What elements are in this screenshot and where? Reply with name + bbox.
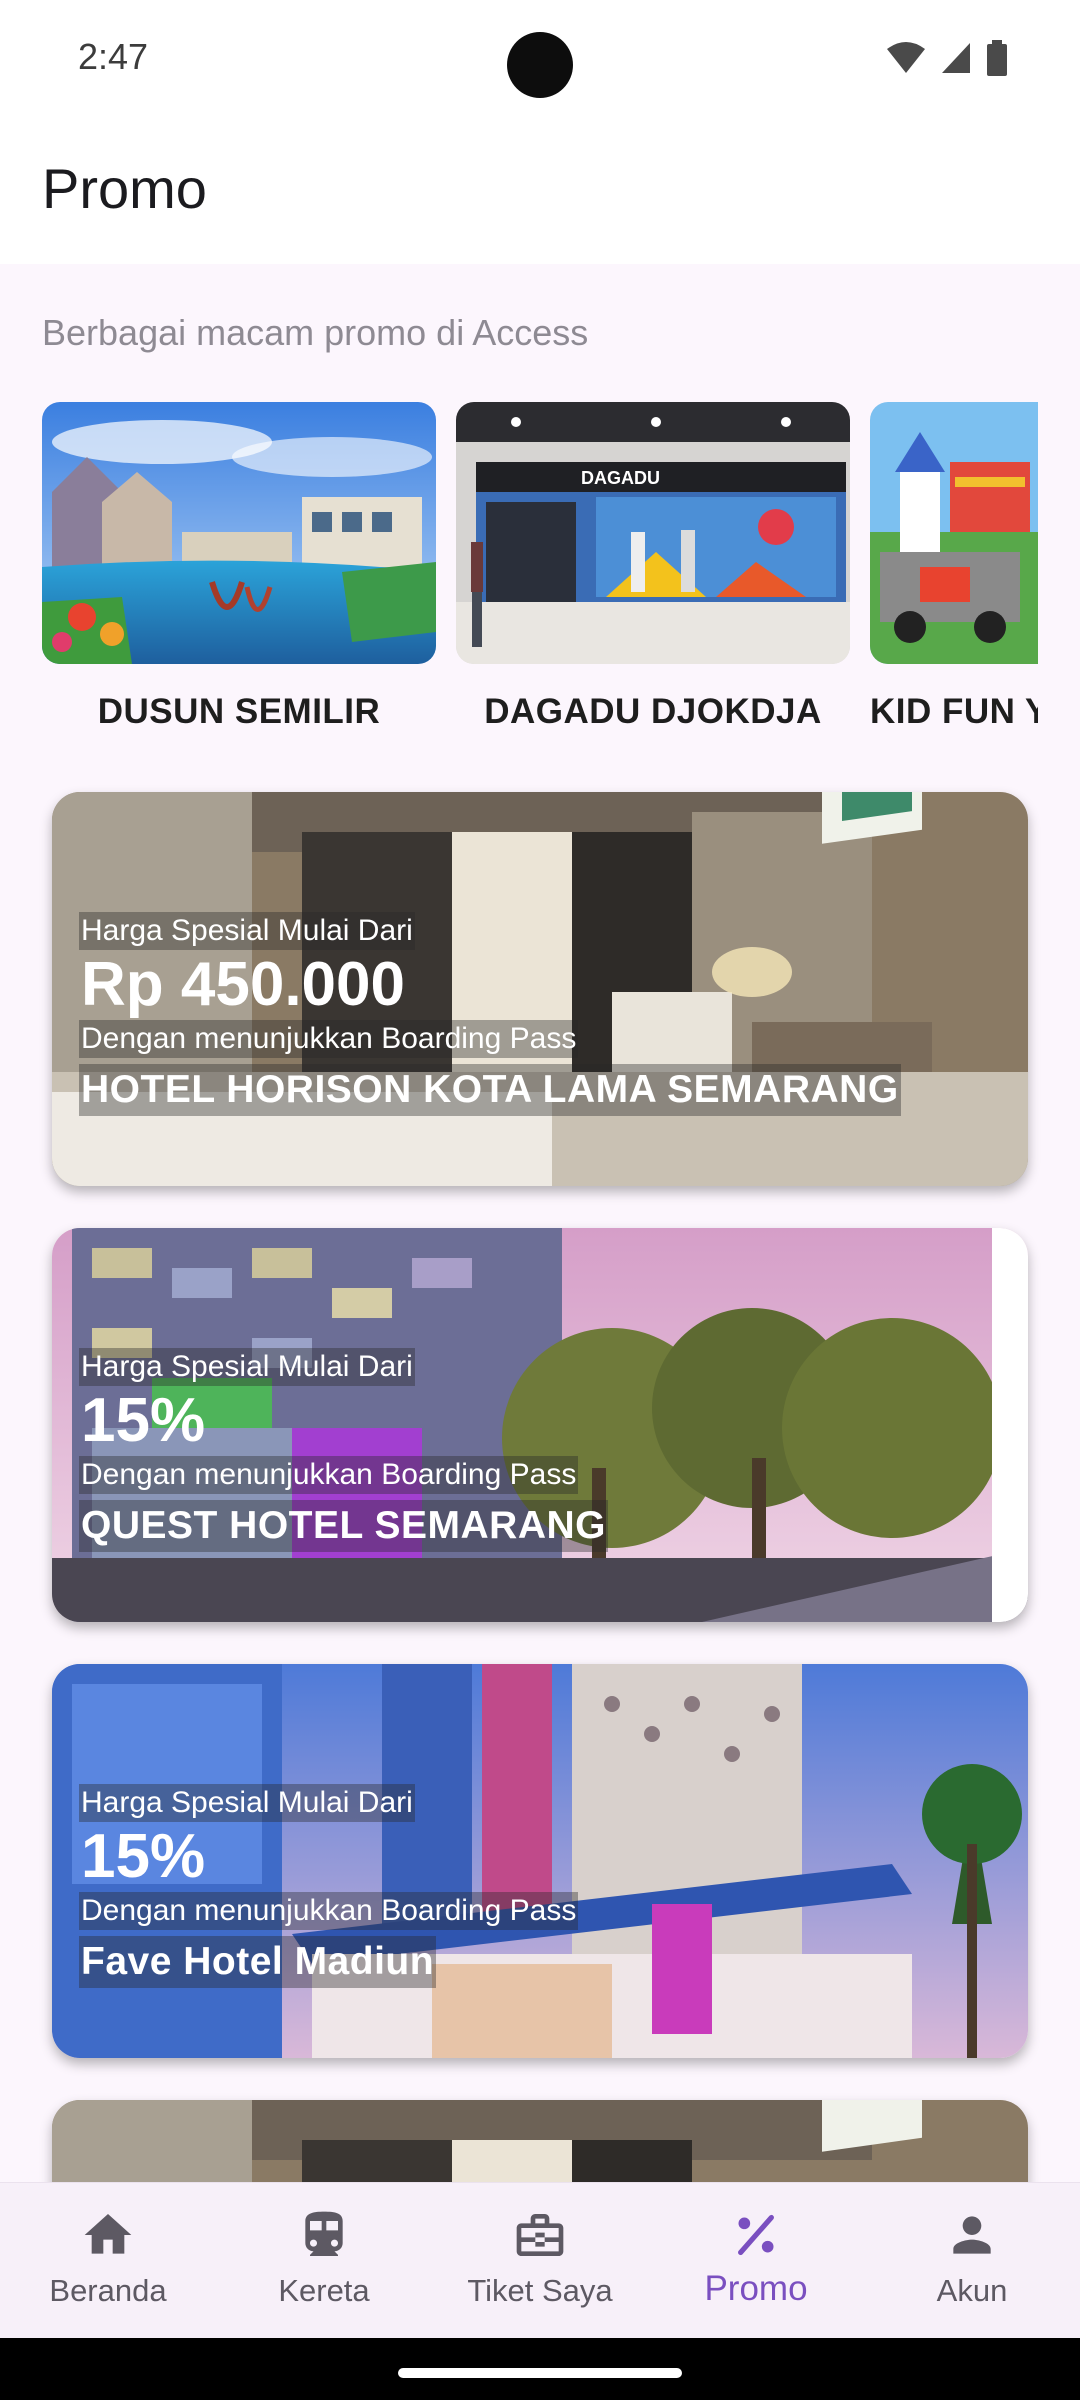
carousel-label: DAGADU DJOKDJA: [484, 692, 822, 731]
carousel-label: DUSUN SEMILIR: [97, 692, 381, 731]
promo-hotel-name: QUEST HOTEL SEMARANG: [79, 1500, 608, 1552]
nav-item-tiket-saya[interactable]: Tiket Saya: [432, 2183, 648, 2338]
nav-item-promo[interactable]: Promo: [648, 2183, 864, 2338]
svg-text:DAGADU: DAGADU: [581, 468, 660, 488]
nav-label: Beranda: [49, 2273, 167, 2308]
promo-card-text: Harga Spesial Mulai Dari Rp 450.000 Deng…: [79, 912, 901, 1116]
system-navigation-bar: [0, 2338, 1080, 2400]
promo-condition: Dengan menunjukkan Boarding Pass: [79, 1456, 579, 1494]
person-icon: [953, 2216, 991, 2254]
carousel-label: KID FUN Y: [870, 692, 1038, 731]
carousel-image: [870, 402, 1038, 664]
bottom-navigation: Beranda Kereta Tiket Saya Promo Akun: [0, 2182, 1080, 2338]
nav-label: Tiket Saya: [467, 2273, 613, 2308]
promo-price: 15%: [81, 1386, 206, 1455]
status-time: 2:47: [78, 36, 149, 77]
home-icon: [84, 2214, 132, 2254]
wifi-icon: [887, 42, 925, 73]
promo-caption: Harga Spesial Mulai Dari: [79, 1784, 415, 1822]
carousel-item-dagadu-djokdja[interactable]: DAGADU DAGADU DJOKDJA: [456, 402, 850, 732]
promo-card-horison[interactable]: Harga Spesial Mulai Dari Rp 450.000 Deng…: [52, 792, 1028, 1186]
promo-card-partial[interactable]: [52, 2100, 1028, 2182]
nav-item-kereta[interactable]: Kereta: [216, 2183, 432, 2338]
carousel-image: [42, 402, 436, 664]
promo-card-quest[interactable]: Harga Spesial Mulai Dari 15% Dengan menu…: [52, 1228, 1028, 1622]
signal-icon: [942, 43, 970, 73]
battery-icon: [987, 40, 1007, 76]
promo-price: Rp 450.000: [81, 950, 405, 1019]
promo-card-text: Harga Spesial Mulai Dari 15% Dengan menu…: [79, 1348, 608, 1552]
page-title: Promo: [42, 157, 207, 220]
promo-card-text: Harga Spesial Mulai Dari 15% Dengan menu…: [79, 1784, 579, 1988]
carousel-image: DAGADU: [456, 402, 850, 664]
promo-hotel-name: Fave Hotel Madiun: [79, 1936, 437, 1988]
briefcase-icon: [516, 2214, 564, 2256]
promo-caption: Harga Spesial Mulai Dari: [79, 912, 415, 950]
nav-label: Akun: [936, 2273, 1008, 2308]
nav-item-akun[interactable]: Akun: [864, 2183, 1080, 2338]
promo-caption: Harga Spesial Mulai Dari: [79, 1348, 415, 1386]
nav-item-beranda[interactable]: Beranda: [0, 2183, 216, 2338]
promo-carousel[interactable]: DUSUN SEMILIR DAGADU DAGADU DJOKDJA KID …: [42, 402, 1038, 742]
promo-card-fave[interactable]: Harga Spesial Mulai Dari 15% Dengan menu…: [52, 1664, 1028, 2058]
nav-label: Kereta: [278, 2273, 370, 2308]
promo-condition: Dengan menunjukkan Boarding Pass: [79, 1892, 579, 1930]
train-icon: [305, 2211, 343, 2256]
promo-hotel-name: HOTEL HORISON KOTA LAMA SEMARANG: [79, 1064, 901, 1116]
promo-condition: Dengan menunjukkan Boarding Pass: [79, 1020, 579, 1058]
status-icons: [886, 40, 1008, 76]
gesture-handle[interactable]: [398, 2368, 682, 2378]
nav-label: Promo: [704, 2269, 808, 2308]
camera-cutout: [507, 32, 573, 98]
percent-icon: [738, 2214, 774, 2256]
carousel-item-dusun-semilir[interactable]: DUSUN SEMILIR: [42, 402, 436, 732]
promo-price: 15%: [81, 1822, 206, 1891]
status-bar: 2:47: [0, 0, 1080, 118]
section-subtitle: Berbagai macam promo di Access: [42, 312, 589, 353]
promo-content[interactable]: Berbagai macam promo di Access DUSUN SEM…: [0, 264, 1080, 2182]
app-bar: Promo: [0, 118, 1080, 264]
promo-card-image: [52, 2100, 1028, 2182]
carousel-item-kid-fun[interactable]: KID FUN Y: [870, 402, 1038, 732]
